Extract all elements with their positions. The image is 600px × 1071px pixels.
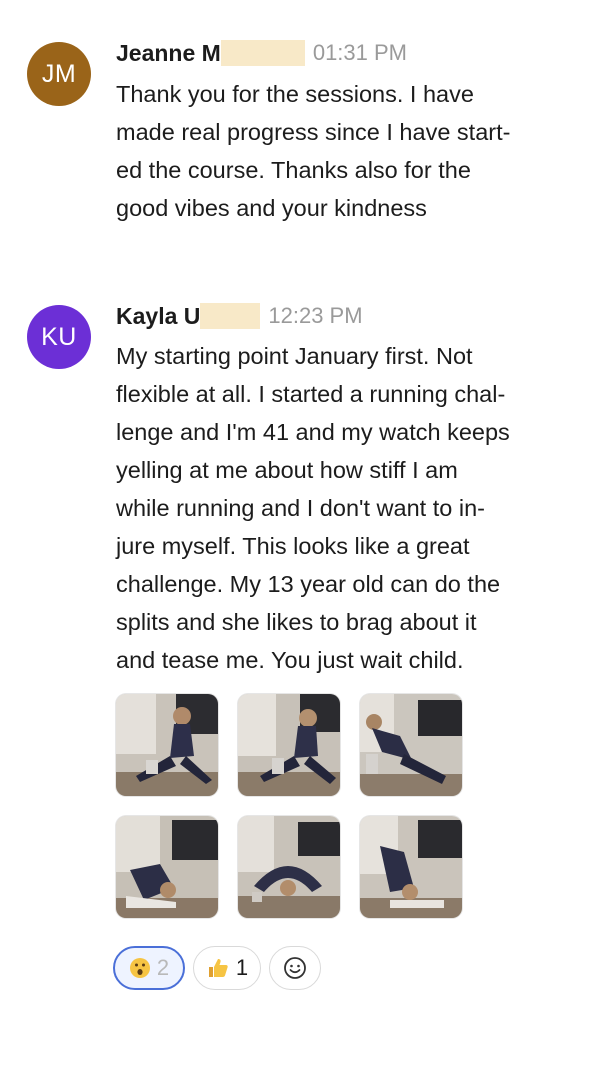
add-reaction-button[interactable] [269, 946, 321, 990]
reaction-count: 2 [156, 955, 170, 980]
message-line: made real progress since I have start- [116, 119, 511, 145]
author-name[interactable]: Jeanne M [116, 40, 221, 67]
message-line: splits and she likes to brag about it [116, 609, 477, 635]
message-line: jure myself. This looks like a great [116, 533, 470, 559]
message-line: while running and I don't want to in- [116, 495, 485, 521]
message-header: Kayla U 12:23 PM [116, 301, 363, 331]
message-line: ed the course. Thanks also for the [116, 157, 471, 183]
message-line: Thank you for the sessions. I have [116, 81, 474, 107]
photo-thumbnail-3[interactable] [360, 694, 462, 796]
message-body: My starting point January first. Not fle… [116, 337, 576, 679]
message-line: and tease me. You just wait child. [116, 647, 464, 673]
redacted-surname [220, 40, 305, 66]
thumbs-up-icon [206, 956, 230, 980]
photo-thumbnail-4[interactable] [116, 816, 218, 918]
message-line: My starting point January first. Not [116, 343, 473, 369]
message-line: lenge and I'm 41 and my watch keeps [116, 419, 510, 445]
message-line: challenge. My 13 year old can do the [116, 571, 501, 597]
message-header: Jeanne M 01:31 PM [116, 38, 407, 68]
photo-thumbnail-1[interactable] [116, 694, 218, 796]
message-line: flexible at all. I started a running cha… [116, 381, 506, 407]
reaction-thumbs-up[interactable]: 1 [193, 946, 261, 990]
reaction-surprised[interactable]: 2 [113, 946, 185, 990]
message-line: good vibes and your kindness [116, 195, 427, 221]
photo-thumbnail-2[interactable] [238, 694, 340, 796]
surprised-face-icon [129, 957, 151, 979]
redacted-surname [200, 303, 261, 329]
message-body: Thank you for the sessions. I have made … [116, 75, 576, 227]
avatar[interactable]: KU [27, 305, 91, 369]
message-line: yelling at me about how stiff I am [116, 457, 458, 483]
photo-thumbnail-6[interactable] [360, 816, 462, 918]
avatar[interactable]: JM [27, 42, 91, 106]
smiley-add-icon [283, 956, 307, 980]
timestamp: 12:23 PM [268, 303, 363, 328]
timestamp: 01:31 PM [312, 40, 407, 65]
reaction-count: 1 [235, 955, 249, 980]
author-name[interactable]: Kayla U [116, 303, 200, 330]
photo-thumbnail-5[interactable] [238, 816, 340, 918]
